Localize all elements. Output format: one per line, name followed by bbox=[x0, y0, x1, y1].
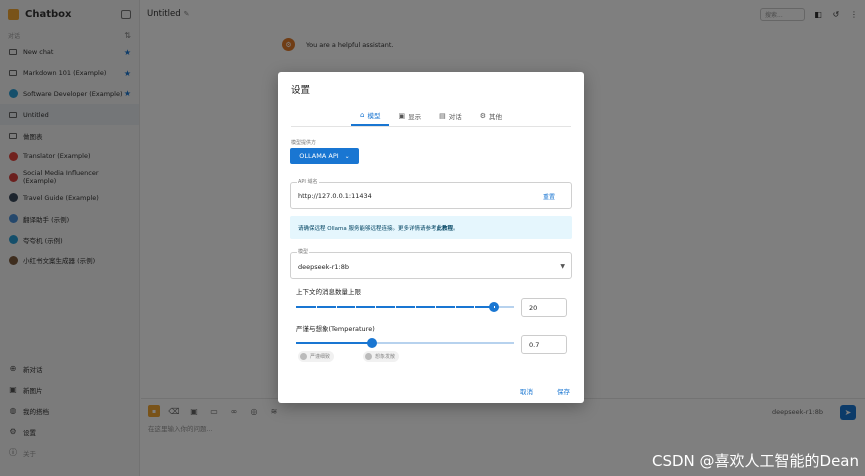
tab-other[interactable]: ⚙ 其他 bbox=[471, 106, 511, 126]
reset-button[interactable]: 重置 bbox=[543, 192, 555, 201]
slider-tick-mark bbox=[395, 306, 397, 308]
temperature-slider-thumb[interactable] bbox=[367, 338, 378, 348]
model-icon: ⌂ bbox=[360, 111, 365, 119]
temperature-slider[interactable] bbox=[296, 338, 514, 348]
slider-tick-mark bbox=[414, 306, 416, 308]
tab-model[interactable]: ⌂ 模型 bbox=[351, 106, 390, 126]
gear-icon: ⚙ bbox=[479, 112, 486, 120]
dialog-title: 设置 bbox=[291, 85, 311, 96]
dialog-actions: 取消 保存 bbox=[496, 386, 570, 396]
info-text: 请确保远程 Ollama 服务能够远程连接。更多详情请参考 bbox=[298, 225, 437, 232]
context-label: 上下文的消息数量上限 bbox=[296, 288, 361, 296]
slider-tick-mark bbox=[474, 306, 476, 308]
watermark: CSDN @喜欢人工智能的Dean bbox=[651, 452, 859, 470]
tab-chat-label: 对话 bbox=[448, 113, 462, 121]
model-label: 模型 bbox=[297, 248, 310, 255]
provider-value: OLLAMA API bbox=[299, 152, 339, 160]
tab-other-label: 其他 bbox=[488, 113, 502, 121]
chip-strict[interactable]: 严谨细致 bbox=[298, 351, 335, 362]
api-host-value: http://127.0.0.1:11434 bbox=[298, 192, 372, 200]
dropdown-arrow-icon: ▼ bbox=[560, 263, 565, 270]
slider-tick-mark bbox=[335, 306, 337, 308]
chip-creative-label: 想象发散 bbox=[375, 354, 396, 360]
slider-tick-mark bbox=[355, 306, 357, 308]
api-host-label: API 域名 bbox=[297, 178, 319, 185]
tab-model-label: 模型 bbox=[367, 112, 381, 120]
slider-tick-mark bbox=[375, 306, 377, 308]
settings-dialog: 设置 ⌂ 模型 ▣ 显示 ▤ 对话 ⚙ 其他 模型提供方 OLLAMA API … bbox=[278, 72, 584, 403]
chat-icon: ▤ bbox=[439, 112, 446, 120]
settings-tabs: ⌂ 模型 ▣ 显示 ▤ 对话 ⚙ 其他 bbox=[291, 106, 571, 127]
save-button[interactable]: 保存 bbox=[557, 386, 570, 396]
provider-label: 模型提供方 bbox=[291, 140, 317, 146]
creative-icon bbox=[365, 353, 372, 360]
display-icon: ▣ bbox=[398, 112, 406, 120]
temperature-label: 严谨与想象(Temperature) bbox=[296, 325, 375, 333]
temperature-slider-fill bbox=[296, 342, 373, 344]
info-link[interactable]: 此教程 bbox=[436, 224, 453, 232]
tab-chat[interactable]: ▤ 对话 bbox=[430, 106, 471, 126]
provider-select[interactable]: OLLAMA API ⌄ bbox=[290, 148, 359, 164]
model-value: deepseek-r1:8b bbox=[298, 263, 350, 271]
model-select[interactable]: deepseek-r1:8b ▼ bbox=[290, 252, 572, 279]
api-host-field[interactable]: http://127.0.0.1:11434 重置 bbox=[290, 182, 572, 209]
context-count-input[interactable]: 20 bbox=[521, 298, 567, 317]
tab-display[interactable]: ▣ 显示 bbox=[389, 106, 430, 126]
slider-tick-mark bbox=[315, 306, 317, 308]
slider-tick-mark bbox=[454, 306, 456, 308]
temperature-input[interactable]: 0.7 bbox=[521, 335, 567, 354]
chip-strict-label: 严谨细致 bbox=[310, 354, 331, 360]
strict-icon bbox=[300, 353, 307, 360]
chip-creative[interactable]: 想象发散 bbox=[363, 351, 400, 362]
slider-tick-mark bbox=[434, 306, 436, 308]
tab-display-label: 显示 bbox=[408, 113, 422, 121]
slider-tick-mark bbox=[494, 306, 496, 308]
info-alert: 请确保远程 Ollama 服务能够远程连接。更多详情请参考 此教程 。 bbox=[290, 216, 572, 239]
cancel-button[interactable]: 取消 bbox=[520, 386, 533, 396]
chevron-down-icon: ⌄ bbox=[344, 152, 350, 160]
context-slider[interactable] bbox=[296, 302, 514, 312]
